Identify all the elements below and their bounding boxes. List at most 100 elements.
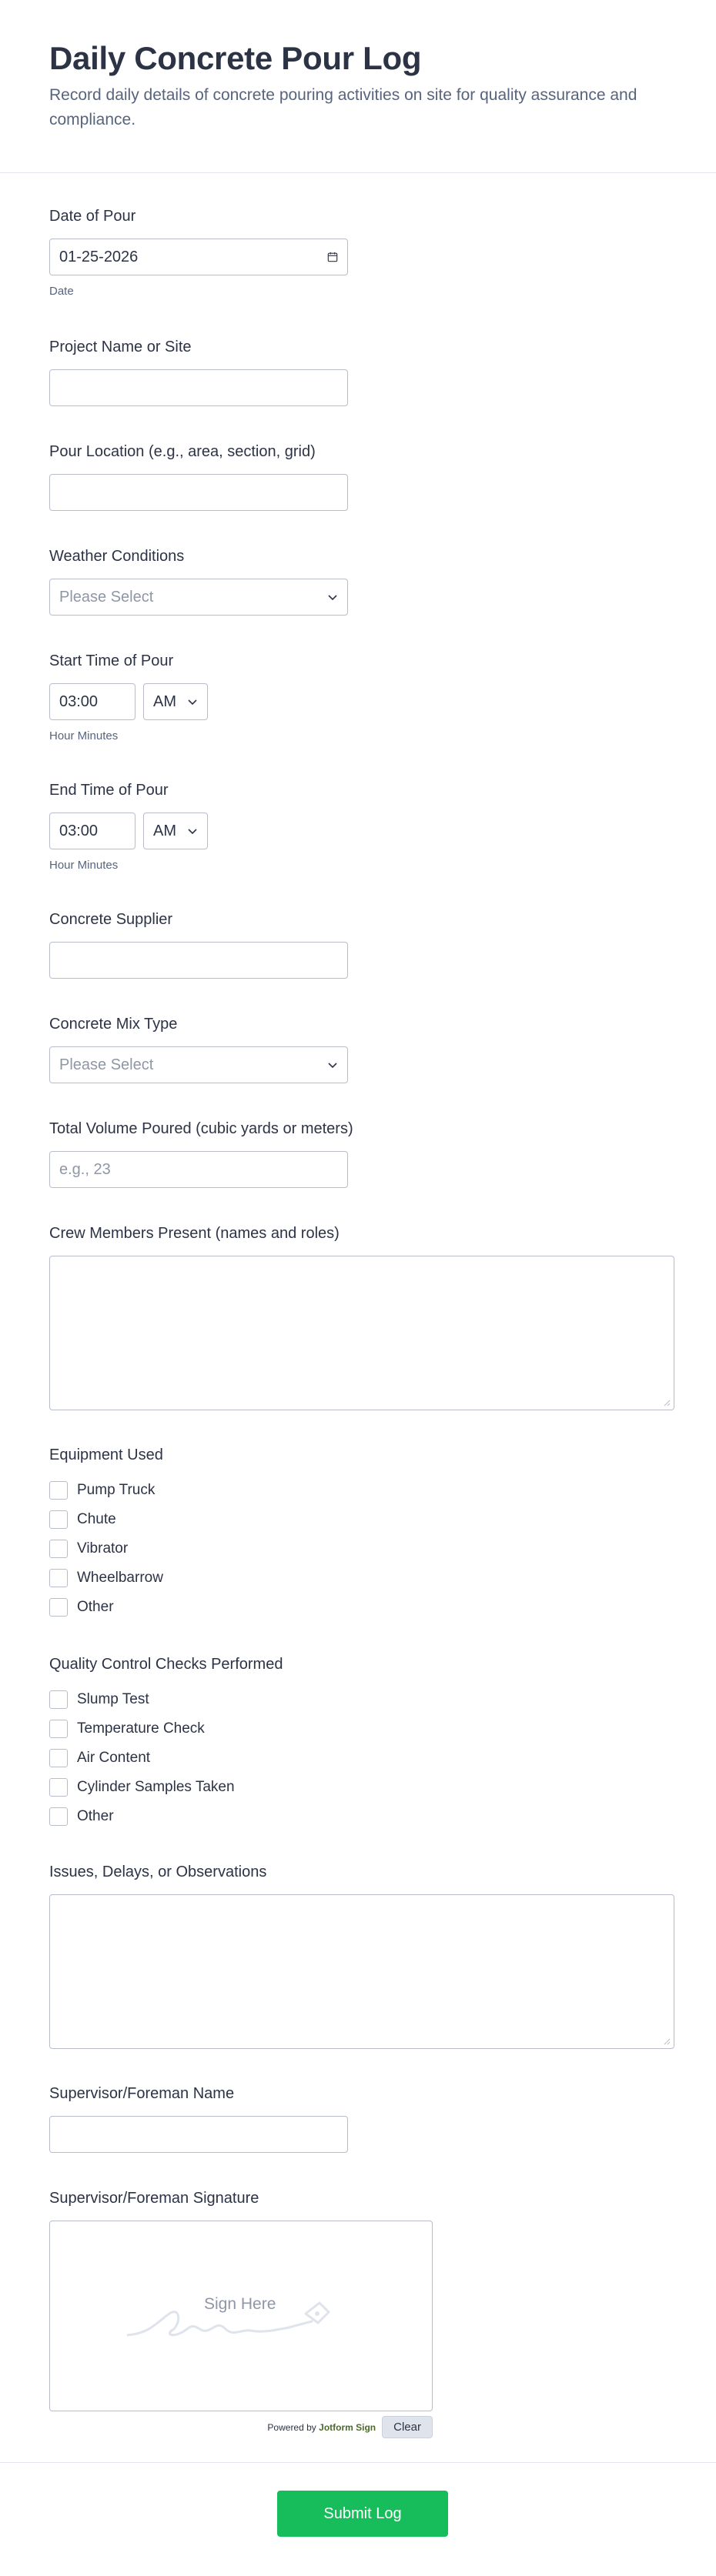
supervisor-name-input[interactable] bbox=[49, 2116, 348, 2153]
checkbox-option[interactable]: Other bbox=[49, 1802, 283, 1831]
project-name-label: Project Name or Site bbox=[49, 339, 192, 355]
supplier-input[interactable] bbox=[49, 942, 348, 979]
crew-field: Crew Members Present (names and roles) bbox=[49, 1223, 674, 1410]
pour-location-field: Pour Location (e.g., area, section, grid… bbox=[49, 442, 348, 511]
signature-footer: Powered by Jotform Sign Clear bbox=[49, 2416, 433, 2438]
start-time-sublabel: Hour Minutes bbox=[49, 729, 119, 742]
checkbox-label: Chute bbox=[77, 1511, 116, 1527]
checkbox[interactable] bbox=[49, 1749, 68, 1767]
quality-checks-field: Quality Control Checks Performed Slump T… bbox=[49, 1654, 283, 1831]
start-time-inputs: 03:00 AM bbox=[49, 683, 208, 720]
mix-type-field: Concrete Mix Type Please Select bbox=[49, 1014, 348, 1083]
resize-grip-icon[interactable] bbox=[663, 1399, 671, 1406]
crew-label: Crew Members Present (names and roles) bbox=[49, 1225, 340, 1242]
checkbox[interactable] bbox=[49, 1510, 68, 1529]
calendar-icon[interactable] bbox=[327, 252, 338, 262]
supplier-field: Concrete Supplier bbox=[49, 909, 348, 979]
chevron-down-icon bbox=[328, 595, 337, 601]
volume-input[interactable]: e.g., 23 bbox=[49, 1151, 348, 1188]
volume-field: Total Volume Poured (cubic yards or mete… bbox=[49, 1119, 353, 1188]
signature-field: Supervisor/Foreman Signature Sign Here P… bbox=[49, 2188, 433, 2438]
date-of-pour-sublabel: Date bbox=[49, 285, 74, 298]
checkbox[interactable] bbox=[49, 1720, 68, 1738]
date-of-pour-field: Date of Pour 01-25-2026 Date bbox=[49, 206, 348, 298]
checkbox-label: Cylinder Samples Taken bbox=[77, 1779, 235, 1795]
checkbox-option[interactable]: Vibrator bbox=[49, 1534, 163, 1563]
submit-button[interactable]: Submit Log bbox=[277, 2491, 448, 2537]
date-of-pour-label: Date of Pour bbox=[49, 208, 136, 225]
end-ampm-select[interactable]: AM bbox=[143, 813, 208, 849]
checkbox-label: Air Content bbox=[77, 1750, 151, 1766]
project-name-input[interactable] bbox=[49, 369, 348, 406]
checkbox-option[interactable]: Pump Truck bbox=[49, 1476, 163, 1505]
checkbox-label: Other bbox=[77, 1599, 114, 1615]
checkbox[interactable] bbox=[49, 1778, 68, 1797]
start-time-input[interactable]: 03:00 bbox=[49, 683, 136, 720]
powered-by-brand: Jotform Sign bbox=[319, 2421, 376, 2433]
end-time-input[interactable]: 03:00 bbox=[49, 813, 136, 849]
start-time-field: Start Time of Pour 03:00 AM Hour Minutes bbox=[49, 651, 208, 742]
checkbox-label: Pump Truck bbox=[77, 1482, 156, 1498]
mix-type-select[interactable]: Please Select bbox=[49, 1046, 348, 1083]
form-header: Daily Concrete Pour Log Record daily det… bbox=[0, 0, 716, 173]
volume-label: Total Volume Poured (cubic yards or mete… bbox=[49, 1120, 353, 1137]
quality-checks-label: Quality Control Checks Performed bbox=[49, 1656, 283, 1673]
project-name-field: Project Name or Site bbox=[49, 337, 348, 406]
chevron-down-icon bbox=[188, 699, 197, 706]
signature-pad[interactable]: Sign Here bbox=[49, 2221, 433, 2411]
weather-select[interactable]: Please Select bbox=[49, 579, 348, 616]
checkbox[interactable] bbox=[49, 1540, 68, 1558]
end-time-label: End Time of Pour bbox=[49, 782, 169, 799]
weather-placeholder: Please Select bbox=[59, 588, 154, 606]
form-page: Daily Concrete Pour Log Record daily det… bbox=[0, 0, 716, 2576]
equipment-field: Equipment Used Pump Truck Chute Vibrator… bbox=[49, 1445, 163, 1622]
checkbox-label: Temperature Check bbox=[77, 1720, 205, 1737]
pour-location-label: Pour Location (e.g., area, section, grid… bbox=[49, 443, 316, 460]
pour-location-input[interactable] bbox=[49, 474, 348, 511]
weather-label: Weather Conditions bbox=[49, 548, 185, 565]
equipment-label: Equipment Used bbox=[49, 1446, 163, 1463]
checkbox-label: Wheelbarrow bbox=[77, 1570, 163, 1586]
equipment-options: Pump Truck Chute Vibrator Wheelbarrow Ot… bbox=[49, 1476, 163, 1622]
checkbox-option[interactable]: Cylinder Samples Taken bbox=[49, 1773, 283, 1802]
resize-grip-icon[interactable] bbox=[663, 2037, 671, 2045]
mix-type-placeholder: Please Select bbox=[59, 1056, 154, 1073]
page-title: Daily Concrete Pour Log bbox=[49, 40, 422, 76]
issues-field: Issues, Delays, or Observations bbox=[49, 1862, 674, 2049]
weather-field: Weather Conditions Please Select bbox=[49, 546, 348, 616]
checkbox[interactable] bbox=[49, 1598, 68, 1617]
start-ampm-select[interactable]: AM bbox=[143, 683, 208, 720]
volume-placeholder: e.g., 23 bbox=[59, 1160, 111, 1178]
checkbox-option[interactable]: Air Content bbox=[49, 1743, 283, 1773]
mix-type-label: Concrete Mix Type bbox=[49, 1016, 178, 1033]
chevron-down-icon bbox=[328, 1063, 337, 1069]
issues-label: Issues, Delays, or Observations bbox=[49, 1864, 267, 1880]
checkbox-option[interactable]: Slump Test bbox=[49, 1685, 283, 1714]
end-time-sublabel: Hour Minutes bbox=[49, 859, 119, 872]
date-of-pour-input[interactable]: 01-25-2026 bbox=[49, 239, 348, 275]
supervisor-name-field: Supervisor/Foreman Name bbox=[49, 2084, 348, 2153]
start-ampm-value: AM bbox=[153, 692, 176, 710]
checkbox-option[interactable]: Other bbox=[49, 1593, 163, 1622]
supplier-label: Concrete Supplier bbox=[49, 911, 173, 928]
checkbox-option[interactable]: Chute bbox=[49, 1505, 163, 1534]
crew-textarea[interactable] bbox=[49, 1256, 674, 1410]
date-of-pour-value: 01-25-2026 bbox=[59, 248, 139, 265]
powered-by-prefix: Powered by bbox=[267, 2421, 316, 2433]
checkbox-label: Other bbox=[77, 1808, 114, 1824]
checkbox[interactable] bbox=[49, 1481, 68, 1500]
chevron-down-icon bbox=[188, 829, 197, 835]
sign-here-text: Sign Here bbox=[204, 2295, 276, 2313]
checkbox-option[interactable]: Temperature Check bbox=[49, 1714, 283, 1743]
quality-checks-options: Slump Test Temperature Check Air Content… bbox=[49, 1685, 283, 1831]
checkbox[interactable] bbox=[49, 1690, 68, 1709]
end-time-inputs: 03:00 AM bbox=[49, 813, 208, 849]
clear-signature-button[interactable]: Clear bbox=[382, 2416, 433, 2438]
checkbox-option[interactable]: Wheelbarrow bbox=[49, 1563, 163, 1593]
supervisor-name-label: Supervisor/Foreman Name bbox=[49, 2085, 235, 2102]
page-description: Record daily details of concrete pouring… bbox=[49, 86, 637, 128]
checkbox-label: Vibrator bbox=[77, 1540, 129, 1557]
issues-textarea[interactable] bbox=[49, 1894, 674, 2049]
checkbox[interactable] bbox=[49, 1569, 68, 1587]
checkbox[interactable] bbox=[49, 1807, 68, 1826]
